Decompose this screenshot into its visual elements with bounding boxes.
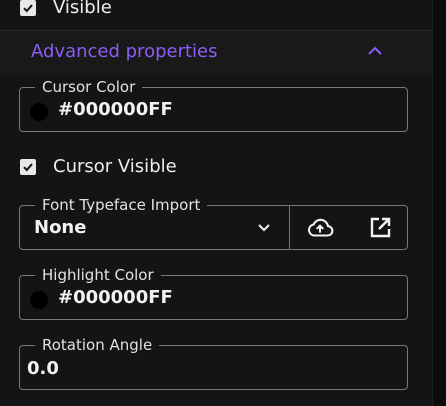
chevron-down-icon[interactable] [257, 223, 271, 233]
font-typeface-select-value[interactable]: None [34, 217, 86, 238]
cursor-visible-checkbox[interactable] [20, 158, 36, 175]
rotation-angle-value[interactable]: 0.0 [27, 358, 59, 379]
checkmark-icon [23, 3, 33, 12]
scrollbar-track[interactable] [432, 0, 446, 406]
rotation-angle-field[interactable]: Rotation Angle 0.0 [19, 335, 408, 390]
cloud-upload-icon [307, 218, 334, 237]
font-typeface-import-field[interactable]: Font Typeface Import None [19, 195, 408, 250]
select-divider [289, 206, 290, 249]
open-in-new-icon [370, 217, 391, 238]
advanced-properties-title: Advanced properties [31, 41, 218, 62]
advanced-properties-header[interactable]: Advanced properties [0, 31, 433, 75]
cursor-color-field[interactable]: Cursor Color #000000FF [19, 77, 408, 132]
highlight-color-swatch[interactable] [30, 291, 48, 309]
font-typeface-import-label: Font Typeface Import [35, 195, 208, 215]
highlight-color-label: Highlight Color [35, 265, 161, 285]
highlight-color-value[interactable]: #000000FF [58, 287, 173, 308]
visible-checkbox-row[interactable]: Visible [20, 0, 112, 18]
open-font-button[interactable] [366, 215, 394, 241]
highlight-color-field[interactable]: Highlight Color #000000FF [19, 265, 408, 320]
upload-font-button[interactable] [306, 215, 334, 241]
cursor-visible-label: Cursor Visible [53, 156, 177, 177]
visible-checkbox[interactable] [20, 0, 36, 16]
properties-panel: Visible Advanced properties Cursor Color… [0, 0, 433, 406]
checkmark-icon [23, 162, 33, 171]
visible-label: Visible [53, 0, 112, 18]
chevron-up-icon[interactable] [366, 45, 384, 57]
cursor-color-swatch[interactable] [30, 103, 48, 121]
rotation-angle-label: Rotation Angle [35, 335, 160, 355]
cursor-color-label: Cursor Color [35, 77, 143, 97]
cursor-visible-checkbox-row[interactable]: Cursor Visible [20, 156, 177, 177]
cursor-color-value[interactable]: #000000FF [58, 99, 173, 120]
